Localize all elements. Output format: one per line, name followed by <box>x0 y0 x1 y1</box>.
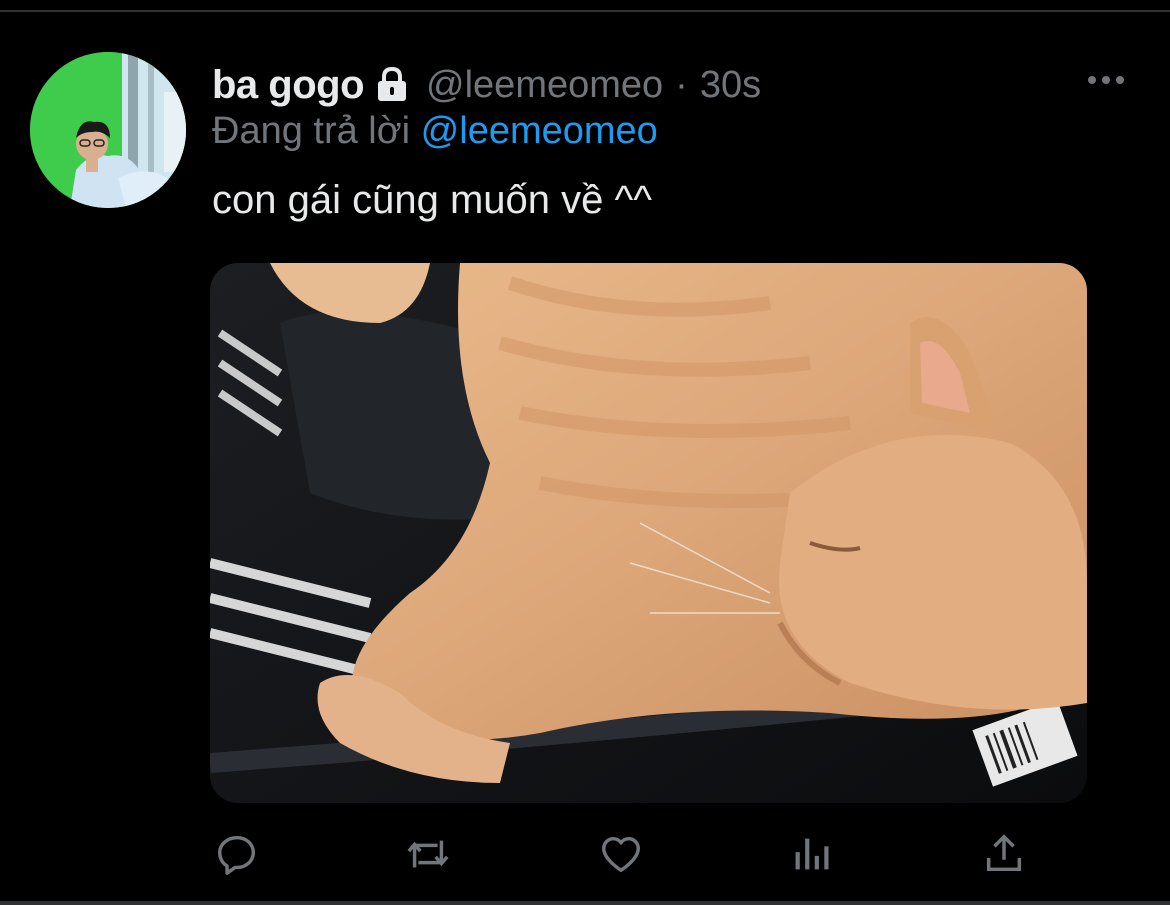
tweet-photo[interactable] <box>210 263 1087 803</box>
separator-dot: · <box>675 63 688 106</box>
author-display-name[interactable]: ba gogo <box>212 63 365 108</box>
replying-to-line: Đang trả lời @leemeomeo <box>212 110 658 153</box>
retweet-button[interactable] <box>402 826 454 882</box>
tweet-action-bar <box>0 826 1170 882</box>
retweet-icon <box>407 840 449 868</box>
reply-mention-link[interactable]: @leemeomeo <box>421 110 658 152</box>
top-divider <box>0 0 1170 12</box>
lock-icon <box>372 65 412 105</box>
share-button[interactable] <box>978 826 1030 882</box>
more-icon[interactable] <box>1086 70 1126 90</box>
timestamp[interactable]: 30s <box>700 64 761 107</box>
tweet-header: ba gogo @leemeomeo · 30s <box>212 60 761 110</box>
reply-button[interactable] <box>211 826 263 882</box>
cat-photo <box>210 263 1087 803</box>
tweet-text: con gái cũng muốn về ^^ <box>212 178 653 222</box>
avatar-image <box>30 52 186 208</box>
avatar[interactable] <box>30 52 186 208</box>
like-button[interactable] <box>595 826 647 882</box>
reply-prefix: Đang trả lời <box>212 110 411 152</box>
bottom-divider <box>0 901 1170 905</box>
heart-icon <box>602 836 640 873</box>
reply-icon <box>218 835 256 875</box>
share-icon <box>986 834 1022 872</box>
analytics-button[interactable] <box>787 826 839 882</box>
author-handle[interactable]: @leemeomeo <box>426 64 663 107</box>
analytics-icon <box>795 838 829 870</box>
